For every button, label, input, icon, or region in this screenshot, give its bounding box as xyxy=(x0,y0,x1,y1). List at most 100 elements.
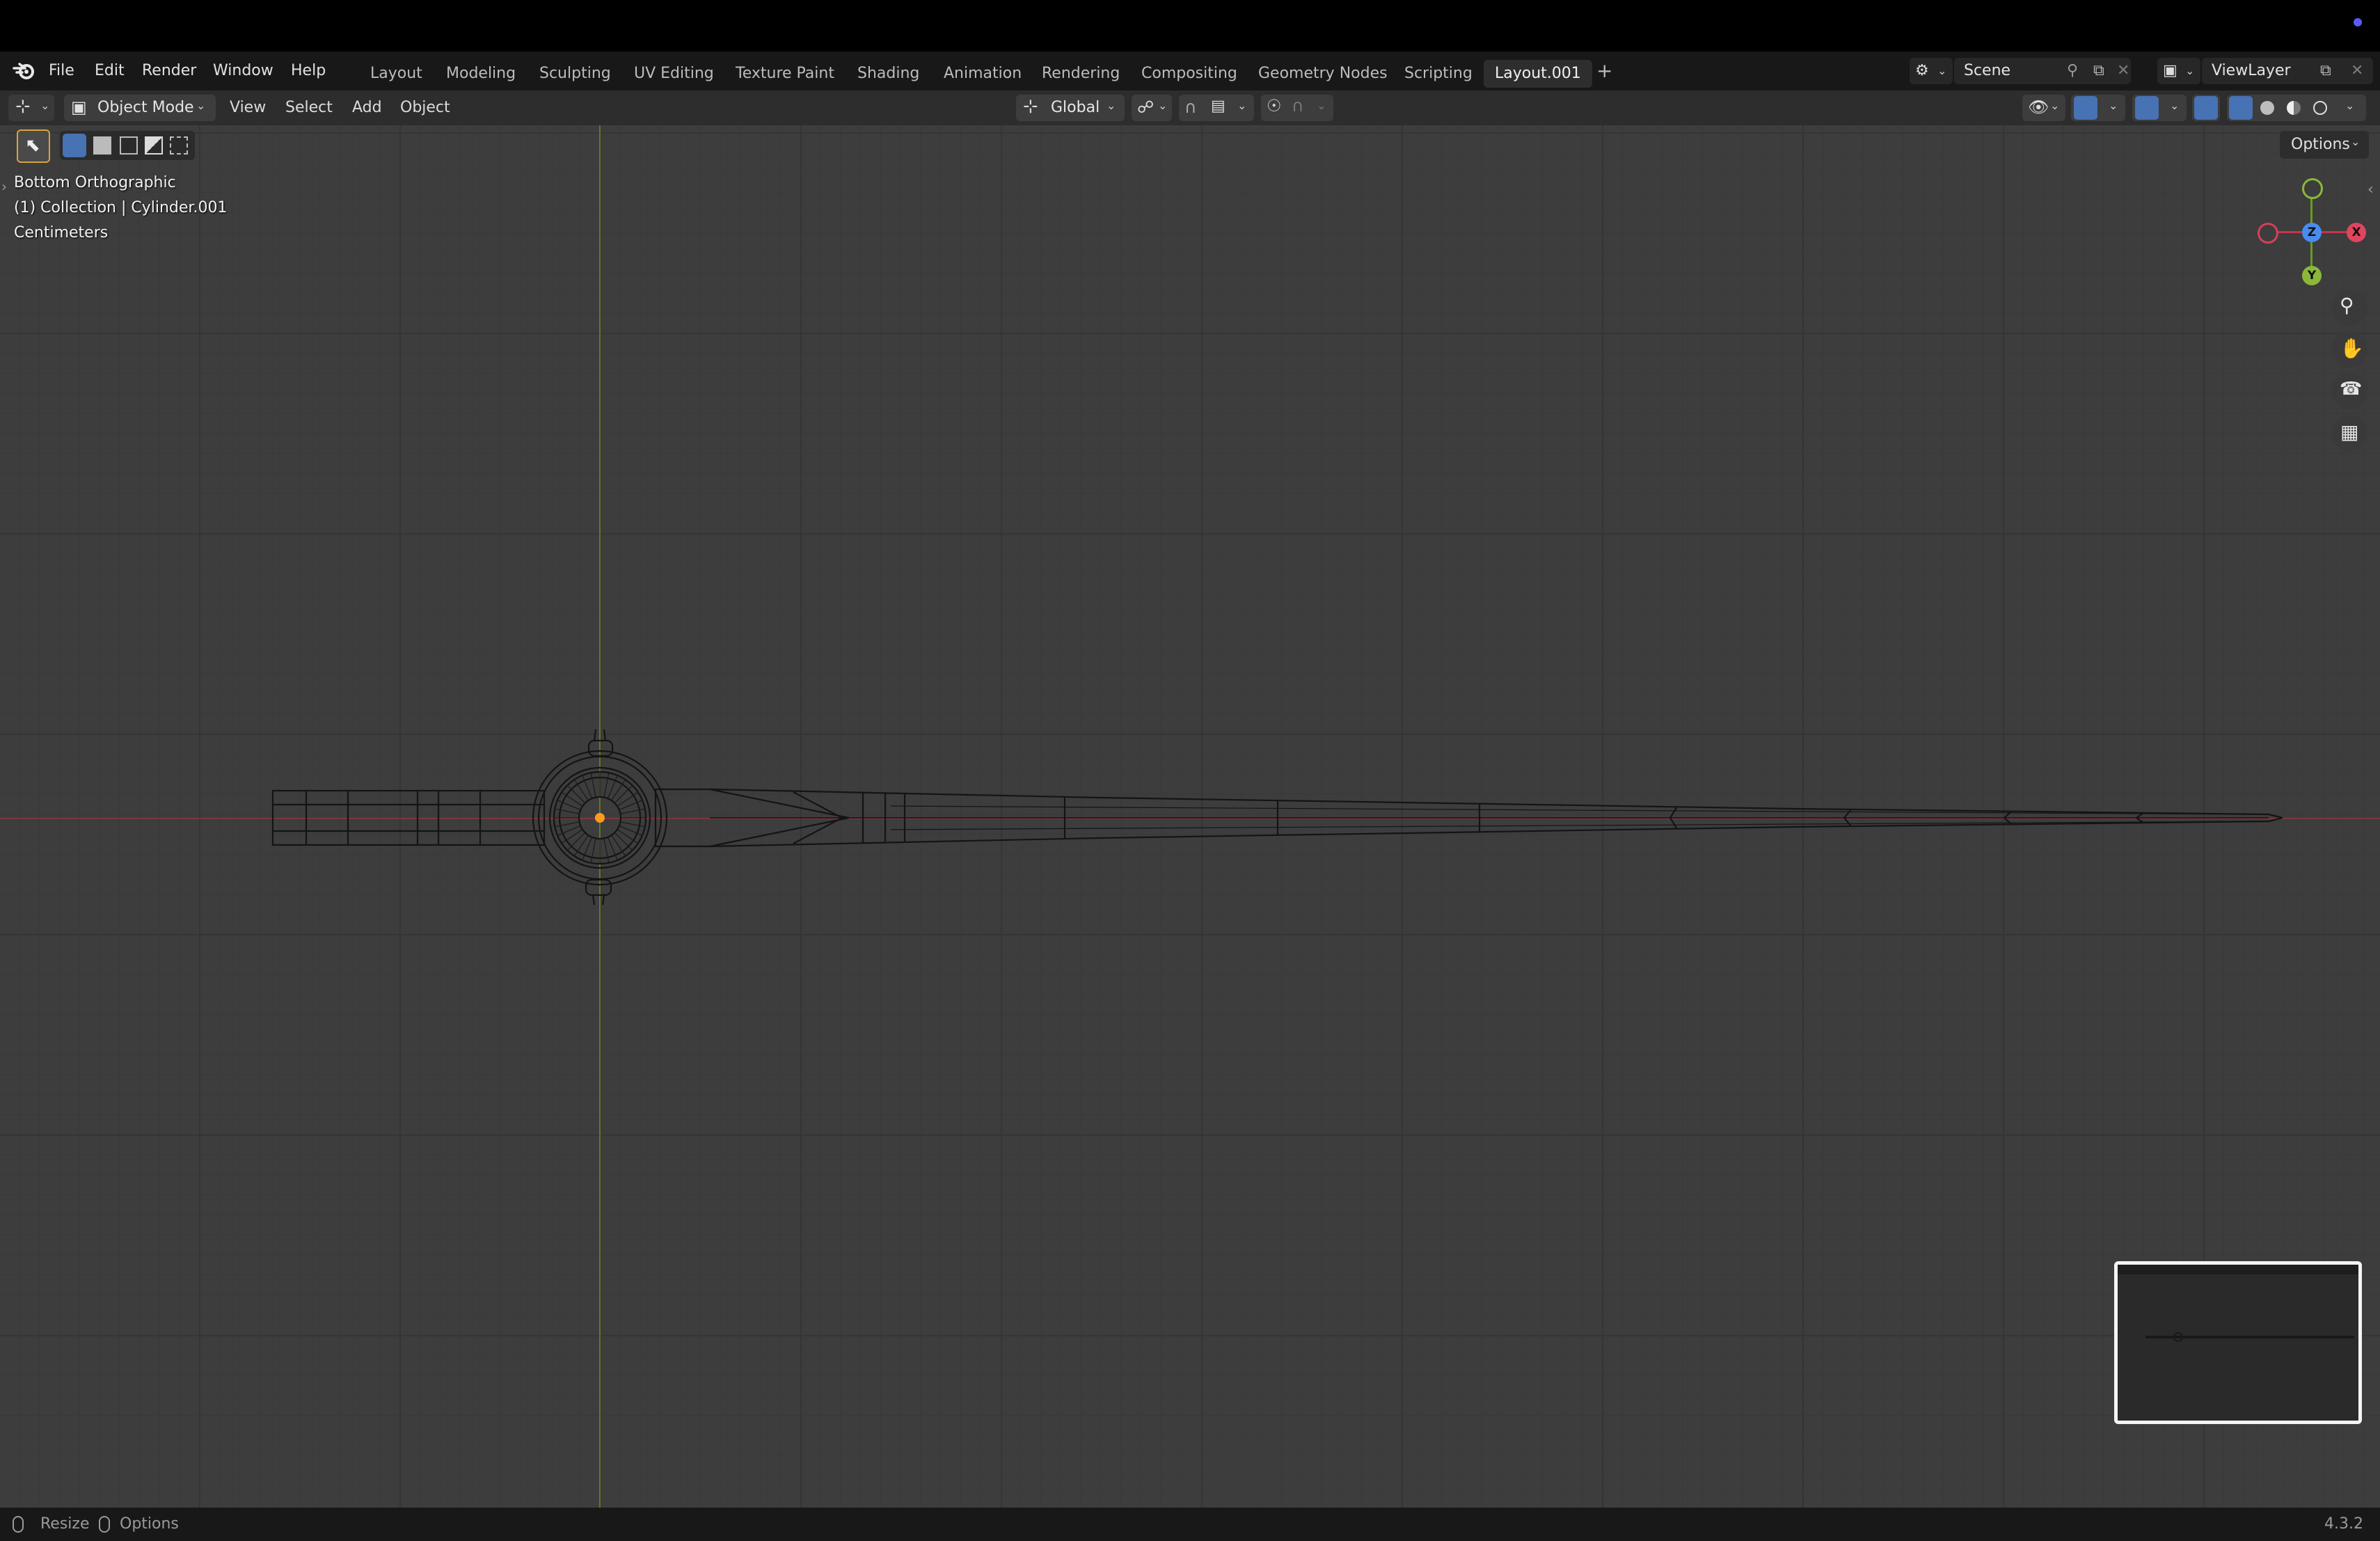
chevron-down-icon: ⌄ xyxy=(1317,99,1326,112)
options-label: Options xyxy=(2291,136,2350,153)
xray-icon[interactable] xyxy=(2194,96,2218,120)
3d-viewport[interactable]: ⬉ Bottom Orthographic (1) Collection | C… xyxy=(0,125,2380,1508)
tab-compositing[interactable]: Compositing xyxy=(1130,60,1248,88)
rendered-shading-icon[interactable] xyxy=(2313,101,2327,115)
options-dropdown[interactable]: Options ⌄ xyxy=(2280,131,2369,159)
viewport-header: ⊹ ⌄ ▣ Object Mode ⌄ View Select Add Obje… xyxy=(0,90,2380,125)
tab-layout[interactable]: Layout xyxy=(359,60,434,88)
object-mode-icon: ▣ xyxy=(71,97,87,117)
select-new-icon[interactable] xyxy=(63,134,86,157)
solid-shading-icon[interactable] xyxy=(2260,101,2274,115)
menu-render[interactable]: Render xyxy=(142,52,196,90)
chevron-down-icon: ⌄ xyxy=(196,99,206,112)
toolbar-toggle-icon[interactable]: › xyxy=(1,178,7,195)
guard-spoke xyxy=(614,832,633,851)
version-label: 4.3.2 xyxy=(2324,1515,2363,1533)
tab-animation[interactable]: Animation xyxy=(933,60,1033,88)
mouse-right-icon xyxy=(99,1516,110,1533)
guard-spoke xyxy=(590,773,596,798)
tab-geometry-nodes[interactable]: Geometry Nodes xyxy=(1247,60,1399,88)
guard-spoke xyxy=(555,808,580,814)
gizmo-icon[interactable] xyxy=(2074,96,2097,120)
object-origin-dot xyxy=(595,813,605,823)
menu-add[interactable]: Add xyxy=(352,90,382,125)
resize-hint: Resize xyxy=(40,1515,90,1533)
notification-dot xyxy=(2354,18,2362,26)
blender-logo-icon[interactable] xyxy=(13,61,36,81)
menu-window[interactable]: Window xyxy=(213,52,273,90)
minimap-preview[interactable] xyxy=(2114,1261,2362,1424)
material-shading-icon[interactable] xyxy=(2287,101,2301,115)
chevron-down-icon: ⌄ xyxy=(1106,99,1116,112)
proportional-editing-group[interactable]: ☉ ∩ ⌄ xyxy=(1261,95,1333,121)
tab-modeling[interactable]: Modeling xyxy=(435,60,527,88)
shading-mode-group[interactable]: ⌄ xyxy=(2227,95,2366,121)
ortho-toggle-button[interactable]: ▦ xyxy=(2331,415,2367,451)
new-scene-icon[interactable]: ⧉ xyxy=(2093,58,2104,84)
overlays-toggle[interactable]: ⌄ xyxy=(2132,95,2187,121)
proportional-edit-icon[interactable]: ☉ xyxy=(1267,96,1282,116)
collection-info: (1) Collection | Cylinder.001 xyxy=(14,199,228,216)
pivot-icon: ☍ xyxy=(1137,97,1155,117)
menu-select[interactable]: Select xyxy=(285,90,333,125)
wireframe-shading-icon[interactable] xyxy=(2229,96,2253,120)
tab-texture-paint[interactable]: Texture Paint xyxy=(724,60,846,88)
overlays-icon[interactable] xyxy=(2135,96,2159,120)
select-intersect-icon[interactable] xyxy=(170,136,188,155)
gizmo-x-axis[interactable]: X xyxy=(2347,223,2366,242)
menu-file[interactable]: File xyxy=(49,52,74,90)
viewlayer-name-field[interactable]: ViewLayer ⧉ ✕ xyxy=(2202,58,2373,84)
gizmo-y-axis[interactable]: Y xyxy=(2302,266,2322,285)
close-icon[interactable]: ✕ xyxy=(2117,58,2129,84)
viewlayer-browse-button[interactable]: ▣ ⌄ xyxy=(2157,58,2200,84)
zoom-button[interactable]: ⚲ xyxy=(2331,290,2367,326)
selection-mode-group[interactable] xyxy=(60,131,195,160)
image-icon: ▣ xyxy=(2163,62,2177,79)
tab-layout-001[interactable]: Layout.001 xyxy=(1484,60,1592,88)
scene-name-field[interactable]: Scene ⚲ ⧉ ✕ xyxy=(1954,58,2131,84)
pivot-point-dropdown[interactable]: ☍ ⌄ xyxy=(1132,95,1172,121)
transform-orientation-dropdown[interactable]: ⊹ Global ⌄ xyxy=(1016,95,1125,121)
pan-button[interactable]: ✋ xyxy=(2331,331,2367,368)
menu-edit[interactable]: Edit xyxy=(95,52,125,90)
gizmo-y-positive[interactable] xyxy=(2302,178,2323,199)
camera-view-button[interactable]: ☎ xyxy=(2331,373,2367,409)
scene-name: Scene xyxy=(1964,62,2011,79)
falloff-curve-icon[interactable]: ∩ xyxy=(1292,96,1304,116)
select-extend-icon[interactable] xyxy=(93,136,111,155)
snap-increment-icon[interactable]: ▤ xyxy=(1211,97,1225,115)
close-icon[interactable]: ✕ xyxy=(2351,58,2363,84)
menu-help[interactable]: Help xyxy=(291,52,326,90)
wireframe-object[interactable] xyxy=(264,710,2283,1058)
add-workspace-button[interactable]: + xyxy=(1596,52,1612,90)
chevron-down-icon: ⌄ xyxy=(1158,99,1168,112)
guard-spoke xyxy=(566,832,586,851)
orientation-icon: ⊹ xyxy=(1023,96,1038,117)
guard-spoke xyxy=(603,838,610,863)
gizmo-z-axis[interactable]: Z xyxy=(2302,223,2322,242)
select-subtract-icon[interactable] xyxy=(120,136,138,155)
new-viewlayer-icon[interactable]: ⧉ xyxy=(2320,58,2331,84)
tab-sculpting[interactable]: Sculpting xyxy=(528,60,622,88)
menu-object[interactable]: Object xyxy=(400,90,450,125)
pin-icon[interactable]: ⚲ xyxy=(2067,58,2078,84)
scene-icon: ⚙ xyxy=(1915,62,1929,79)
visibility-dropdown[interactable]: 👁 ⌄ xyxy=(2022,95,2065,121)
snapping-group[interactable]: ∩ ▤ ⌄ xyxy=(1179,95,1254,121)
navigation-gizmo[interactable]: Z X Y xyxy=(2252,171,2373,285)
scene-browse-button[interactable]: ⚙ ⌄ xyxy=(1910,58,1953,84)
select-invert-icon[interactable] xyxy=(145,136,163,155)
menu-view[interactable]: View xyxy=(230,90,266,125)
tab-rendering[interactable]: Rendering xyxy=(1031,60,1131,88)
tab-scripting[interactable]: Scripting xyxy=(1393,60,1484,88)
gizmo-toggle[interactable]: ⌄ xyxy=(2071,95,2125,121)
tab-uv-editing[interactable]: UV Editing xyxy=(623,60,725,88)
object-mode-dropdown[interactable]: ▣ Object Mode ⌄ xyxy=(64,95,216,121)
xray-toggle[interactable] xyxy=(2192,95,2220,121)
editor-type-button[interactable]: ⊹ ⌄ xyxy=(8,95,54,121)
minimap-header xyxy=(2118,1265,2358,1274)
tab-shading[interactable]: Shading xyxy=(846,60,930,88)
select-tool-button[interactable]: ⬉ xyxy=(17,129,50,163)
gizmo-x-negative[interactable] xyxy=(2258,223,2278,244)
magnet-icon[interactable]: ∩ xyxy=(1184,97,1197,117)
